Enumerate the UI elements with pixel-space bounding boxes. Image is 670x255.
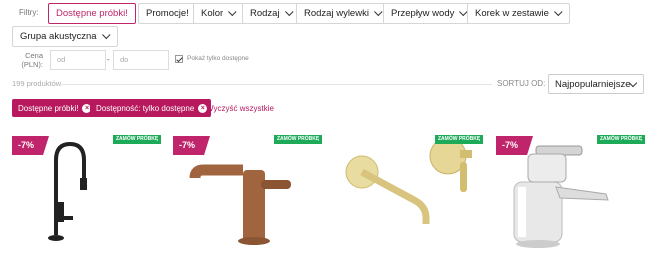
- sort-value: Najpopularniejsze: [555, 78, 631, 90]
- divider: [62, 84, 492, 85]
- order-sample-badge[interactable]: ZAMÓW PRÓBKĘ: [597, 135, 646, 144]
- product-card[interactable]: -7% ZAMÓW PRÓBKĘ: [496, 132, 656, 255]
- sort-label: SORTUJ OD:: [497, 79, 546, 88]
- filter-acoustic-group[interactable]: Grupa akustyczna: [12, 26, 118, 47]
- discount-badge: -7%: [12, 136, 49, 155]
- clear-all-filters-link[interactable]: Wyczyść wszystkie: [206, 104, 274, 113]
- product-card[interactable]: -7% ZAMÓW PRÓBKĘ: [173, 132, 333, 255]
- filter-water-flow[interactable]: Przepływ wody: [383, 3, 476, 24]
- chip-label: Kolor: [201, 8, 224, 19]
- filter-type[interactable]: Rodzaj: [242, 3, 301, 24]
- filter-spout-type[interactable]: Rodzaj wylewki: [296, 3, 390, 24]
- order-sample-badge[interactable]: ZAMÓW PRÓBKĘ: [435, 135, 484, 144]
- product-card[interactable]: -7% ZAMÓW PRÓBKĘ: [12, 132, 172, 255]
- order-sample-badge[interactable]: ZAMÓW PRÓBKĘ: [113, 135, 162, 144]
- active-filter-tag-samples[interactable]: Dostępne próbki! ×: [12, 99, 96, 117]
- chip-label: Rodzaj: [250, 8, 280, 19]
- chevron-down-icon: [228, 7, 237, 16]
- filter-promotions[interactable]: Promocje!: [138, 3, 197, 24]
- discount-badge: -7%: [173, 136, 210, 155]
- price-dash: -: [107, 55, 110, 64]
- product-image-brass-wall-faucet[interactable]: [334, 132, 494, 255]
- product-count: 199 produktów: [12, 79, 62, 88]
- chip-label: Korek w zestawie: [475, 8, 549, 19]
- discount-badge: -7%: [496, 136, 533, 155]
- chip-label: Grupa akustyczna: [20, 31, 97, 42]
- active-filter-tag-availability[interactable]: Dostępność: tylko dostępne ×: [90, 99, 212, 117]
- sort-select[interactable]: Najpopularniejsze: [548, 74, 644, 94]
- chevron-down-icon: [284, 7, 294, 16]
- chip-label: Rodzaj wylewki: [304, 8, 369, 19]
- price-label-line2: (PLN):: [21, 60, 43, 69]
- price-to-placeholder: do: [120, 55, 129, 64]
- tag-label: Dostępność: tylko dostępne: [96, 103, 195, 113]
- chip-label: Dostępne próbki!: [56, 8, 128, 19]
- product-card[interactable]: ZAMÓW PRÓBKĘ: [334, 132, 494, 255]
- available-only-checkbox[interactable]: [175, 55, 183, 63]
- price-from-placeholder: od: [57, 55, 66, 64]
- chip-label: Promocje!: [146, 8, 189, 19]
- price-label-line1: Cena: [25, 51, 43, 60]
- chevron-down-icon: [373, 7, 383, 16]
- filter-color[interactable]: Kolor: [193, 3, 245, 24]
- filter-plug-included[interactable]: Korek w zestawie: [467, 3, 570, 24]
- chevron-down-icon: [101, 30, 111, 39]
- tag-label: Dostępne próbki!: [18, 103, 79, 113]
- filter-available-samples[interactable]: Dostępne próbki!: [48, 3, 136, 24]
- filters-label: Filtry:: [19, 8, 39, 17]
- chip-label: Przepływ wody: [391, 8, 455, 19]
- price-label: Cena (PLN):: [19, 51, 43, 69]
- order-sample-badge[interactable]: ZAMÓW PRÓBKĘ: [274, 135, 323, 144]
- price-from-input[interactable]: od: [50, 50, 106, 70]
- available-only-label[interactable]: Pokaż tylko dostępne: [187, 55, 249, 62]
- price-to-input[interactable]: do: [113, 50, 169, 70]
- chevron-down-icon: [553, 7, 563, 16]
